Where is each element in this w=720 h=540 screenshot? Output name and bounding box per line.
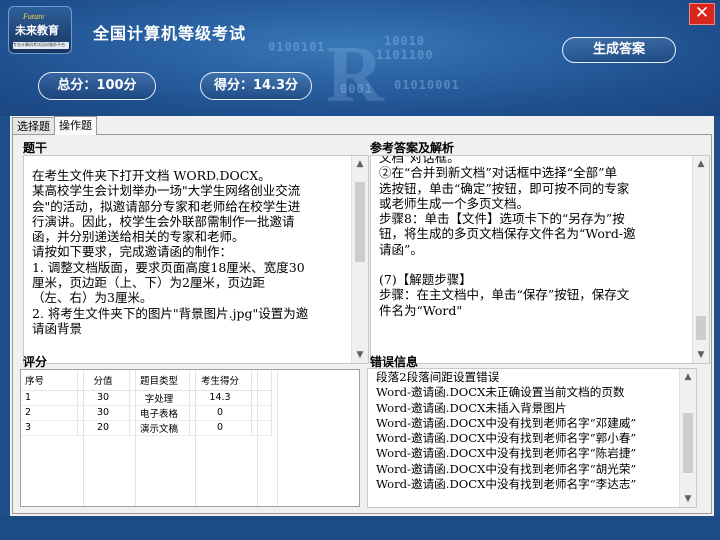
answer-line: (7)【解题步骤】 (379, 272, 472, 288)
answer-content: 文档"对话框。 ②在“合并到新文档”对话框中选择“全部”单 选按钮，单击“确定”… (371, 155, 709, 318)
score-table-body: 序号 分值 题目类型 考生得分 1 30 字处理 14.3 2 30 电子表格 … (21, 370, 272, 436)
error-list-box[interactable]: 段落2段落间距设置错误 Word-邀请函.DOCX未正确设置当前文档的页数 Wo… (367, 368, 697, 508)
scroll-down-icon[interactable]: ▼ (693, 347, 709, 363)
background-digits: 0100101 (268, 40, 326, 54)
cell-points: 30 (77, 405, 130, 421)
app-title: 全国计算机等级考试 (93, 24, 247, 43)
error-item: 段落2段落间距设置错误 (376, 370, 500, 384)
logo-chinese-text: 未来教育 (15, 24, 59, 37)
table-header-row: 序号 分值 题目类型 考生得分 (21, 370, 272, 391)
question-line: 1. 调整文档版面，要求页面高度18厘米、宽度30 (32, 259, 305, 275)
cell-empty (251, 420, 272, 436)
bottom-border (0, 516, 720, 540)
error-list: 段落2段落间距设置错误 Word-邀请函.DOCX未正确设置当前文档的页数 Wo… (368, 369, 696, 492)
cell-no: 2 (21, 405, 78, 421)
question-line: 函，并分别递送给相关的专家和老师。 (32, 229, 245, 245)
question-section-label: 题干 (23, 141, 48, 155)
cell-type: 演示文稿 (129, 420, 190, 436)
close-icon: ✕ (694, 3, 710, 23)
scroll-up-icon[interactable]: ▲ (352, 156, 368, 172)
background-digits: 1101100 (376, 48, 434, 62)
error-item: Word-邀请函.DOCX未插入背景图片 (376, 400, 567, 415)
total-score-badge: 总分：100分 (38, 72, 156, 100)
background-digits: 10010 (384, 34, 426, 48)
cell-empty (251, 405, 272, 421)
answer-line: 钮，将生成的多页文档保存文件名为“Word-邀 (379, 226, 636, 242)
cell-score: 14.3 (189, 390, 252, 406)
answer-line (379, 257, 691, 272)
answer-line: 请函”。 (379, 241, 423, 257)
answer-line: 步骤：在主文档中，单击“保存”按钮，保存文 (379, 287, 630, 303)
close-button[interactable]: ✕ (689, 3, 715, 25)
earned-score-badge: 得分：14.3分 (200, 72, 312, 100)
scroll-down-icon[interactable]: ▼ (680, 491, 696, 507)
logo-subtitle: 专业计算机考试培训服务平台 (13, 42, 69, 49)
answer-line: 文档"对话框。 (379, 155, 460, 165)
scoring-section-label: 评分 (23, 355, 48, 369)
column-header-no[interactable]: 序号 (21, 370, 78, 391)
answer-line: 步骤8：单击【文件】选项卡下的“另存为”按 (379, 211, 625, 227)
generate-answer-button[interactable]: 生成答案 (562, 37, 676, 63)
question-line: 请函背景 (32, 320, 83, 336)
scroll-down-icon[interactable]: ▼ (352, 347, 368, 363)
answer-line: ②在“合并到新文档”对话框中选择“全部”单 (379, 165, 618, 181)
answer-line: 或老师生成一个多页文档。 (379, 195, 530, 211)
scroll-up-icon[interactable]: ▲ (680, 369, 696, 385)
column-header-points[interactable]: 分值 (77, 370, 130, 391)
question-scrollbar[interactable]: ▲ ▼ (351, 156, 368, 363)
question-line: （左、右）为3厘米。 (32, 290, 153, 306)
logo-english-text: Future (23, 12, 45, 21)
error-item: Word-邀请函.DOCX未正确设置当前文档的页数 (376, 385, 625, 400)
table-row[interactable]: 2 30 电子表格 0 (21, 405, 272, 421)
future-education-logo: Future 未来教育 专业计算机考试培训服务平台 (8, 6, 72, 54)
error-item: Word-邀请函.DOCX中没有找到老师名字“邓建威” (376, 415, 637, 430)
question-line: 行演讲。因此，校学生会外联部需制作一批邀请 (32, 213, 295, 229)
cell-points: 30 (77, 390, 130, 406)
background-r-watermark: R (326, 31, 384, 116)
cell-score: 0 (189, 420, 252, 436)
scroll-thumb[interactable] (696, 316, 706, 340)
question-text-box[interactable]: 在考生文件夹下打开文档 WORD.DOCX。 某高校学生会计划举办一场"大学生网… (23, 155, 369, 364)
scroll-up-icon[interactable]: ▲ (693, 156, 709, 172)
table-row[interactable]: 3 20 演示文稿 0 (21, 420, 272, 436)
error-item: Word-邀请函.DOCX中没有找到老师名字“李达志” (376, 477, 637, 492)
cell-no: 1 (21, 390, 78, 406)
question-line: 厘米，页边距（上、下）为2厘米，页边距 (32, 275, 265, 291)
cell-no: 3 (21, 420, 78, 436)
question-line: 2. 将考生文件夹下的图片"背景图片.jpg"设置为邀 (32, 305, 309, 321)
column-header-score[interactable]: 考生得分 (189, 370, 252, 391)
error-item: Word-邀请函.DOCX中没有找到老师名字“陈岩捷” (376, 446, 637, 461)
tab-choice-questions[interactable]: 选择题 (12, 117, 55, 135)
cell-type: 字处理 (129, 390, 190, 406)
background-digits: 01010001 (394, 78, 460, 92)
cell-type: 电子表格 (129, 405, 190, 421)
question-line: 某高校学生会计划举办一场"大学生网络创业交流 (32, 183, 301, 199)
tab-operation-questions[interactable]: 操作题 (54, 116, 97, 135)
question-line: 请按如下要求，完成邀请函的制作： (32, 244, 233, 260)
column-header-type[interactable]: 题目类型 (129, 370, 190, 391)
answer-line: 选按钮，单击“确定”按钮，即可按不同的专家 (379, 180, 630, 196)
header-banner: R 0100101 1101100 10010 0001 01010001 Fu… (0, 0, 720, 116)
error-item: Word-邀请函.DOCX中没有找到老师名字“郭小春” (376, 431, 637, 446)
cell-points: 20 (77, 420, 130, 436)
score-table[interactable]: 序号 分值 题目类型 考生得分 1 30 字处理 14.3 2 30 电子表格 … (20, 369, 360, 507)
answer-scrollbar[interactable]: ▲ ▼ (692, 156, 709, 363)
question-line: 在考生文件夹下打开文档 WORD.DOCX。 (32, 168, 271, 183)
answer-section-label: 参考答案及解析 (370, 141, 455, 155)
error-item: Word-邀请函.DOCX中没有找到老师名字“胡光荣” (376, 461, 637, 476)
scroll-thumb[interactable] (683, 413, 693, 473)
answer-line: 件名为“Word" (379, 302, 463, 318)
error-scrollbar[interactable]: ▲ ▼ (679, 369, 696, 507)
answer-text-box[interactable]: 文档"对话框。 ②在“合并到新文档”对话框中选择“全部”单 选按钮，单击“确定”… (370, 155, 710, 364)
table-row[interactable]: 1 30 字处理 14.3 (21, 390, 272, 406)
question-content: 在考生文件夹下打开文档 WORD.DOCX。 某高校学生会计划举办一场"大学生网… (24, 156, 368, 336)
column-header-empty (251, 370, 272, 391)
cell-score: 0 (189, 405, 252, 421)
question-line: 会"的活动，拟邀请部分专家和老师给在校学生进 (32, 198, 301, 214)
scroll-thumb[interactable] (355, 182, 365, 262)
column-divider (277, 370, 278, 506)
cell-empty (251, 390, 272, 406)
background-digits: 0001 (340, 82, 373, 96)
